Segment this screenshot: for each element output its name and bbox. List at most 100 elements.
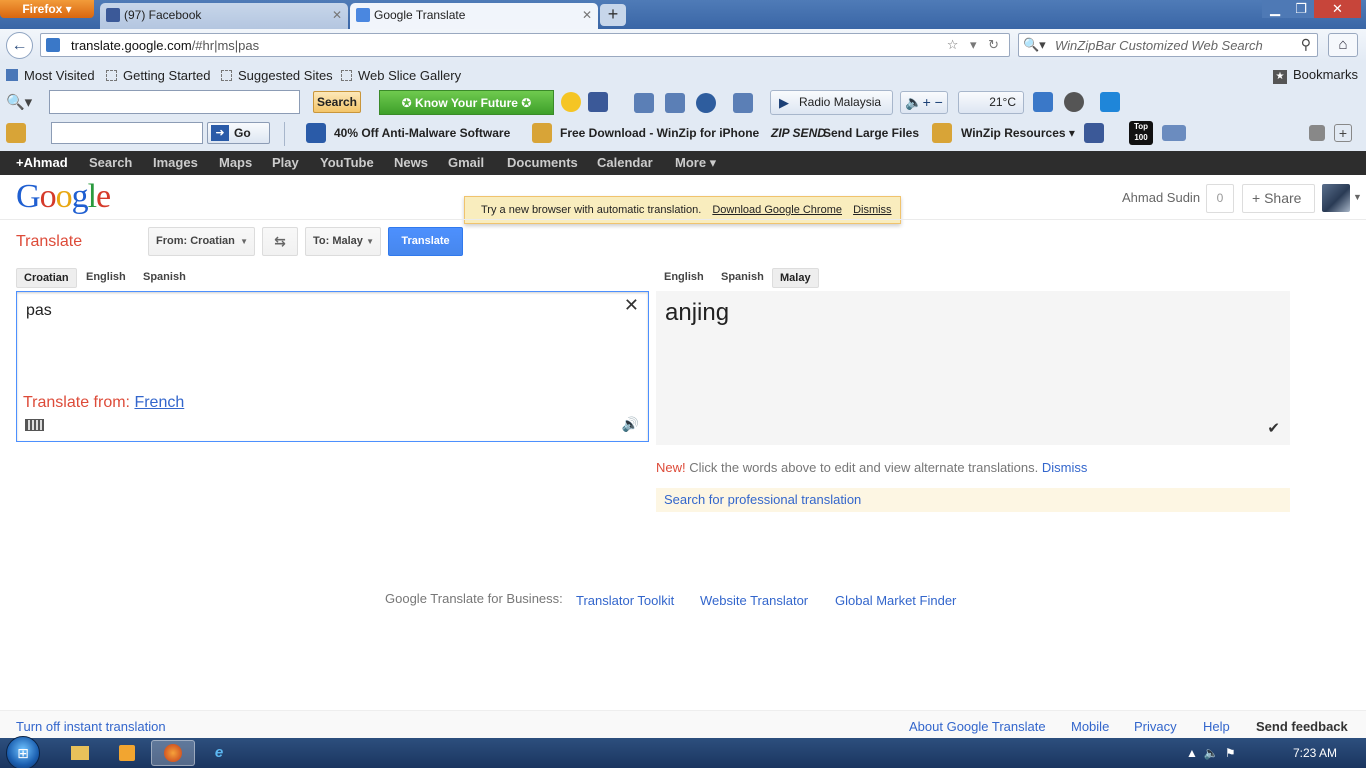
source-tab-croatian[interactable]: Croatian [16, 268, 77, 288]
share-button[interactable]: + Share [1242, 184, 1315, 213]
people-icon[interactable] [634, 93, 654, 113]
lightbulb-icon[interactable] [1064, 92, 1084, 112]
maximize-button[interactable]: ❐ [1288, 0, 1314, 18]
gbar-youtube[interactable]: YouTube [320, 155, 374, 170]
bookmarks-menu-button[interactable]: ★ Bookmarks [1272, 67, 1358, 84]
search-icon[interactable]: ⚲ [1301, 36, 1311, 53]
know-your-future-button[interactable]: ✪ Know Your Future ✪ [379, 90, 554, 115]
minimize-button[interactable]: ▁ [1262, 0, 1288, 18]
toolbar-search-button[interactable]: Search [313, 91, 361, 113]
download-chrome-link[interactable]: Download Google Chrome [712, 204, 842, 216]
link-winzip-iphone[interactable]: Free Download - WinZip for iPhone [560, 126, 759, 140]
target-tab-malay[interactable]: Malay [772, 268, 819, 288]
source-text[interactable]: pas [26, 302, 52, 320]
global-market-finder-link[interactable]: Global Market Finder [835, 593, 956, 608]
swap-languages-button[interactable]: ⇆ [262, 227, 298, 256]
firefox-menu-button[interactable]: Firefox ▾ [0, 0, 94, 18]
instant-translation-toggle[interactable]: Turn off instant translation [16, 719, 166, 734]
checkmark-icon[interactable]: ✔ [1267, 419, 1280, 437]
search-engine-icon[interactable]: 🔍▾ [1023, 37, 1046, 53]
target-tab-spanish[interactable]: Spanish [714, 268, 771, 288]
gbar-documents[interactable]: Documents [507, 155, 578, 170]
suggested-language-link[interactable]: French [134, 394, 184, 411]
back-button[interactable]: ← [6, 32, 33, 59]
link-anti-malware[interactable]: 40% Off Anti-Malware Software [334, 126, 510, 140]
bookmark-suggested-sites[interactable]: Suggested Sites [221, 68, 333, 83]
close-tab-icon[interactable]: ✕ [332, 3, 342, 27]
close-tab-icon[interactable]: ✕ [582, 3, 592, 27]
bookmark-star-icon[interactable]: ☆ ▾ ↻ [947, 37, 1003, 53]
keyboard-icon[interactable] [25, 419, 44, 431]
help-link[interactable]: Help [1203, 719, 1230, 734]
clock[interactable]: 7:23 AM [1293, 746, 1337, 760]
top-100-badge[interactable]: Top 100 [1129, 121, 1153, 145]
volume-control[interactable]: 🔈+ − [900, 91, 948, 114]
gbar-news[interactable]: News [394, 155, 428, 170]
wrench-icon[interactable] [1309, 125, 1325, 141]
gbar-play[interactable]: Play [272, 155, 299, 170]
to-language-select[interactable]: To: Malay ▼ [305, 227, 381, 256]
facebook-icon[interactable] [1084, 123, 1104, 143]
notification-count[interactable]: 0 [1206, 184, 1234, 213]
home-button[interactable]: ⌂ [1328, 33, 1358, 57]
new-tab-button[interactable]: + [600, 4, 626, 26]
search-icon[interactable]: 🔍▾ [6, 93, 32, 111]
customize-add-icon[interactable]: + [1334, 124, 1352, 142]
explorer-icon[interactable] [58, 740, 102, 766]
bookmark-web-slice-gallery[interactable]: Web Slice Gallery [341, 68, 461, 83]
speaker-icon[interactable]: 🔊 [622, 416, 639, 433]
facebook-icon[interactable] [588, 92, 608, 112]
translation-result[interactable]: anjing [665, 299, 729, 327]
site-identity-icon[interactable] [46, 38, 60, 52]
address-bar[interactable]: translate.google.com/#hr|ms|pas ☆ ▾ ↻ [40, 33, 1010, 57]
source-tab-spanish[interactable]: Spanish [136, 268, 193, 288]
avatar[interactable] [1322, 184, 1350, 212]
smiley-icon[interactable] [561, 92, 581, 112]
bookmark-getting-started[interactable]: Getting Started [106, 68, 210, 83]
source-tab-english[interactable]: English [79, 268, 133, 288]
system-tray-icons[interactable]: ▲🔈⚑ [1186, 746, 1242, 760]
tab-facebook[interactable]: (97) Facebook ✕ [100, 3, 348, 29]
link-send-large-files[interactable]: Send Large Files [823, 126, 919, 140]
radio-player[interactable]: ▶ Radio Malaysia [770, 90, 893, 115]
firefox-taskbar-icon[interactable] [151, 740, 195, 766]
send-feedback-link[interactable]: Send feedback [1256, 719, 1348, 734]
bookmark-most-visited[interactable]: Most Visited [6, 68, 95, 83]
media-player-icon[interactable] [105, 740, 149, 766]
translator-toolkit-link[interactable]: Translator Toolkit [576, 593, 674, 608]
clear-text-icon[interactable]: ✕ [624, 295, 639, 316]
play-icon[interactable]: ▶ [779, 91, 789, 114]
target-tab-english[interactable]: English [657, 268, 711, 288]
winzip-resources-menu[interactable]: WinZip Resources ▾ [961, 126, 1075, 140]
gbar-images[interactable]: Images [153, 155, 198, 170]
internet-explorer-icon[interactable]: e [197, 740, 241, 766]
about-link[interactable]: About Google Translate [909, 719, 1046, 734]
comment-icon[interactable] [733, 93, 753, 113]
start-button[interactable]: ⊞ [6, 736, 40, 768]
mobile-link[interactable]: Mobile [1071, 719, 1109, 734]
gbar-gmail[interactable]: Gmail [448, 155, 484, 170]
google-logo[interactable]: Google [16, 178, 111, 216]
chat-icon[interactable] [665, 93, 685, 113]
mail-icon[interactable] [1162, 125, 1186, 141]
from-language-select[interactable]: From: Croatian ▼ [148, 227, 255, 256]
gbar-maps[interactable]: Maps [219, 155, 252, 170]
dismiss-tip-link[interactable]: Dismiss [1042, 460, 1088, 475]
winzip-icon[interactable] [6, 123, 26, 143]
app-icon[interactable] [1100, 92, 1120, 112]
toolbar-search-input[interactable] [49, 90, 300, 114]
chevron-down-icon[interactable]: ▼ [1353, 192, 1362, 202]
gbar-calendar[interactable]: Calendar [597, 155, 653, 170]
tab-google-translate[interactable]: Google Translate ✕ [350, 3, 598, 29]
globe-icon[interactable] [696, 93, 716, 113]
dismiss-notice-link[interactable]: Dismiss [853, 204, 892, 216]
user-name[interactable]: Ahmad Sudin [1122, 190, 1200, 205]
professional-translation-link[interactable]: Search for professional translation [656, 488, 1290, 512]
web-search-field[interactable]: 🔍▾ WinZipBar Customized Web Search ⚲ [1018, 33, 1318, 57]
gbar-profile[interactable]: +Ahmad [16, 155, 68, 170]
privacy-link[interactable]: Privacy [1134, 719, 1177, 734]
gbar-search[interactable]: Search [89, 155, 132, 170]
toolbar-go-input[interactable] [51, 122, 203, 144]
go-button[interactable]: ➜ Go [207, 122, 270, 144]
weather-widget[interactable]: 21°C [958, 91, 1024, 114]
